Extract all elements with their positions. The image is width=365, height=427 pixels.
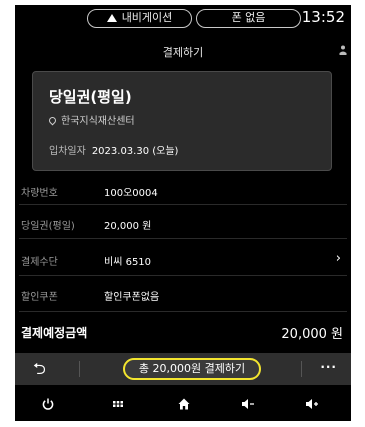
system-bar (15, 395, 351, 421)
phone-status-label: 폰 없음 (231, 11, 266, 24)
action-bar: ⮌ 총 20,000원 결제하기 ··· (15, 353, 351, 385)
volume-up-icon[interactable] (305, 397, 319, 411)
row-divider (19, 204, 347, 205)
total-amount: 결제예정금액 20,000 원 (15, 320, 351, 346)
navigation-arrow-icon (106, 14, 117, 22)
clock: 13:52 (301, 8, 345, 26)
row-label: 차량번호 (21, 188, 58, 199)
page-title: 결제하기 (162, 46, 204, 59)
row-vehicle-number: 차량번호 100오0004 (15, 180, 351, 202)
entry-date-value: 2023.03.30 (오늘) (91, 146, 179, 157)
ticket-location: 한국지식재산센터 (47, 112, 135, 127)
row-value: 할인쿠폰없음 (104, 292, 160, 303)
divider (301, 361, 302, 377)
total-value: 20,000 원 (281, 327, 343, 342)
chevron-right-icon: › (335, 251, 341, 266)
location-pin-icon (47, 115, 58, 126)
row-label: 당일권(평일) (21, 221, 75, 232)
entry-date-label: 입차일자 (49, 146, 86, 157)
user-icon (339, 45, 347, 55)
row-value: 100오0004 (104, 188, 158, 199)
apps-icon[interactable] (111, 397, 125, 411)
volume-down-icon[interactable] (241, 397, 255, 411)
divider (79, 361, 80, 377)
row-divider (19, 275, 347, 276)
payment-screen: 내비게이션 폰 없음 13:52 결제하기 당일권(평일) 한국지식재산센터 입… (15, 5, 351, 421)
row-divider (19, 311, 347, 312)
row-payment-method[interactable]: 결제수단 비씨 6510 › (15, 249, 351, 271)
row-discount-coupon[interactable]: 할인쿠폰 할인쿠폰없음 (15, 284, 351, 306)
phone-status-button[interactable]: 폰 없음 (196, 9, 301, 28)
total-label: 결제예정금액 (21, 326, 88, 340)
status-bar: 내비게이션 폰 없음 13:52 (15, 5, 351, 31)
more-icon[interactable]: ··· (320, 360, 337, 374)
row-label: 결제수단 (21, 257, 58, 268)
navigation-button[interactable]: 내비게이션 (87, 9, 192, 28)
navigation-label: 내비게이션 (121, 11, 173, 24)
row-value: 20,000 원 (104, 221, 152, 232)
power-icon[interactable] (41, 397, 55, 411)
ticket-name: 당일권(평일) (49, 88, 132, 106)
ticket-card: 당일권(평일) 한국지식재산센터 입차일자 2023.03.30 (오늘) (32, 71, 332, 171)
pay-button[interactable]: 총 20,000원 결제하기 (123, 358, 261, 380)
row-ticket-price: 당일권(평일) 20,000 원 (15, 213, 351, 235)
row-label: 할인쿠폰 (21, 292, 58, 303)
entry-date: 입차일자 2023.03.30 (오늘) (49, 142, 178, 157)
home-icon[interactable] (177, 397, 191, 411)
ticket-location-text: 한국지식재산센터 (61, 116, 135, 127)
row-divider (19, 238, 347, 239)
row-value: 비씨 6510 (104, 257, 152, 268)
back-icon[interactable]: ⮌ (33, 358, 46, 385)
